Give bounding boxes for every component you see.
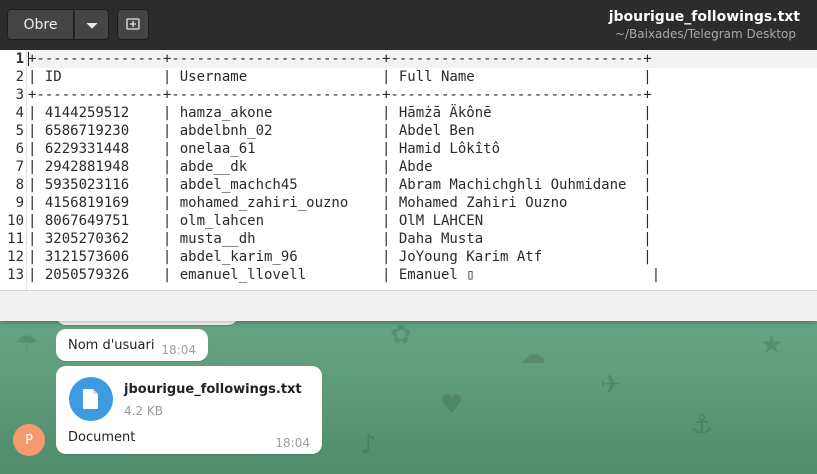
line-text: | 5935023116 | abdel_machch45 | Abram Ma… [28, 177, 652, 193]
line-number: 12 [7, 249, 24, 265]
new-document-icon [126, 15, 140, 34]
line-number: 3 [15, 87, 24, 103]
text-line[interactable]: 4 | 4144259512 | hamza_akone | Hāmżā Äkôn… [0, 104, 817, 122]
line-text: | 3205270362 | musta__dh | Daha Musta | [28, 231, 652, 247]
line-text: | 2050579326 | emanuel_llovell | Emanuel… [28, 267, 661, 283]
headerbar: Obre jbourigue_followings.txt ~/Baixades… [0, 0, 817, 51]
text-line[interactable]: 8 | 5935023116 | abdel_machch45 | Abram M… [0, 176, 817, 194]
doodle-icon: ✿ [390, 320, 412, 350]
line-number: 6 [15, 141, 24, 157]
line-number: 8 [15, 177, 24, 193]
message-text: Nom d'usuari [68, 338, 155, 353]
line-text: | 8067649751 | olm_lahcen | OlM LAHCEN | [28, 213, 652, 229]
doodle-icon: ⚓ [690, 410, 714, 440]
line-number: 2 [15, 69, 24, 85]
window-title: jbourigue_followings.txt [608, 9, 800, 25]
text-line[interactable]: 2 | ID | Username | Full Name | [0, 68, 817, 86]
text-line[interactable]: 5 | 6586719230 | abdelbnh_02 | Abdel Ben … [0, 122, 817, 140]
text-line[interactable]: 3 +---------------+----------------------… [0, 86, 817, 104]
text-line[interactable]: 11 | 3205270362 | musta__dh | Daha Musta … [0, 230, 817, 248]
line-number: 1 [15, 51, 24, 67]
file-name[interactable]: jbourigue_followings.txt [124, 382, 302, 397]
line-number: 10 [7, 213, 24, 229]
line-text: | 6586719230 | abdelbnh_02 | Abdel Ben | [28, 123, 652, 139]
file-time: 18:04 [275, 436, 310, 450]
file-caption: Document [68, 430, 136, 445]
line-number: 9 [15, 195, 24, 211]
line-number: 5 [15, 123, 24, 139]
line-number: 11 [7, 231, 24, 247]
new-tab-button[interactable] [117, 9, 149, 40]
file-size: 4.2 KB [124, 404, 163, 418]
window-subtitle: ~/Baixades/Telegram Desktop [614, 27, 796, 41]
line-text: | ID | Username | Full Name | [28, 69, 652, 85]
text-line[interactable]: 13 | 2050579326 | emanuel_llovell | Emanu… [0, 266, 817, 284]
text-line[interactable]: 12 | 3121573606 | abdel_karim_96 | JoYoun… [0, 248, 817, 266]
doodle-icon: ♥ [440, 390, 464, 420]
text-line[interactable]: 10 | 8067649751 | olm_lahcen | OlM LAHCEN… [0, 212, 817, 230]
line-number: 13 [7, 267, 24, 283]
chevron-down-icon [86, 15, 98, 34]
text-line[interactable]: 9 | 4156819169 | mohamed_zahiri_ouzno | M… [0, 194, 817, 212]
line-text: +---------------+-----------------------… [28, 87, 652, 103]
doodle-icon: ✈ [600, 370, 622, 400]
open-button[interactable]: Obre [7, 9, 74, 40]
text-line[interactable]: 1 +---------------+----------------------… [0, 50, 817, 68]
line-number: 4 [15, 105, 24, 121]
text-editor-window: Obre jbourigue_followings.txt ~/Baixades… [0, 0, 817, 321]
open-menu-button[interactable] [74, 9, 109, 40]
text-view[interactable]: 1 +---------------+----------------------… [0, 50, 817, 290]
line-text: +---------------+-----------------------… [28, 51, 652, 67]
avatar[interactable]: P [13, 424, 45, 456]
line-number: 7 [15, 159, 24, 175]
doodle-icon: ★ [760, 330, 784, 360]
document-message-bubble[interactable]: jbourigue_followings.txt 4.2 KB Document… [56, 366, 322, 454]
line-text: | 3121573606 | abdel_karim_96 | JoYoung … [28, 249, 652, 265]
text-line[interactable]: 7 | 2942881948 | abde__dk | Abde | [0, 158, 817, 176]
text-line[interactable]: 6 | 6229331448 | onelaa_61 | Hamid Lôkîtô… [0, 140, 817, 158]
message-time: 18:04 [161, 343, 196, 357]
line-text: | 4144259512 | hamza_akone | Hāmżā Äkônē… [28, 105, 652, 121]
line-text: | 4156819169 | mohamed_zahiri_ouzno | Mo… [28, 195, 652, 211]
editor-bottom-bar [0, 290, 817, 321]
doodle-icon: ☂ [15, 330, 39, 360]
line-text: | 2942881948 | abde__dk | Abde | [28, 159, 652, 175]
username-message-bubble[interactable]: Nom d'usuari 18:04 [56, 329, 208, 361]
line-text: | 6229331448 | onelaa_61 | Hamid Lôkîtô … [28, 141, 652, 157]
doodle-icon: ♪ [360, 430, 377, 460]
text-cursor [28, 52, 29, 66]
file-icon[interactable] [69, 377, 113, 421]
doodle-icon: ☁ [520, 340, 546, 370]
